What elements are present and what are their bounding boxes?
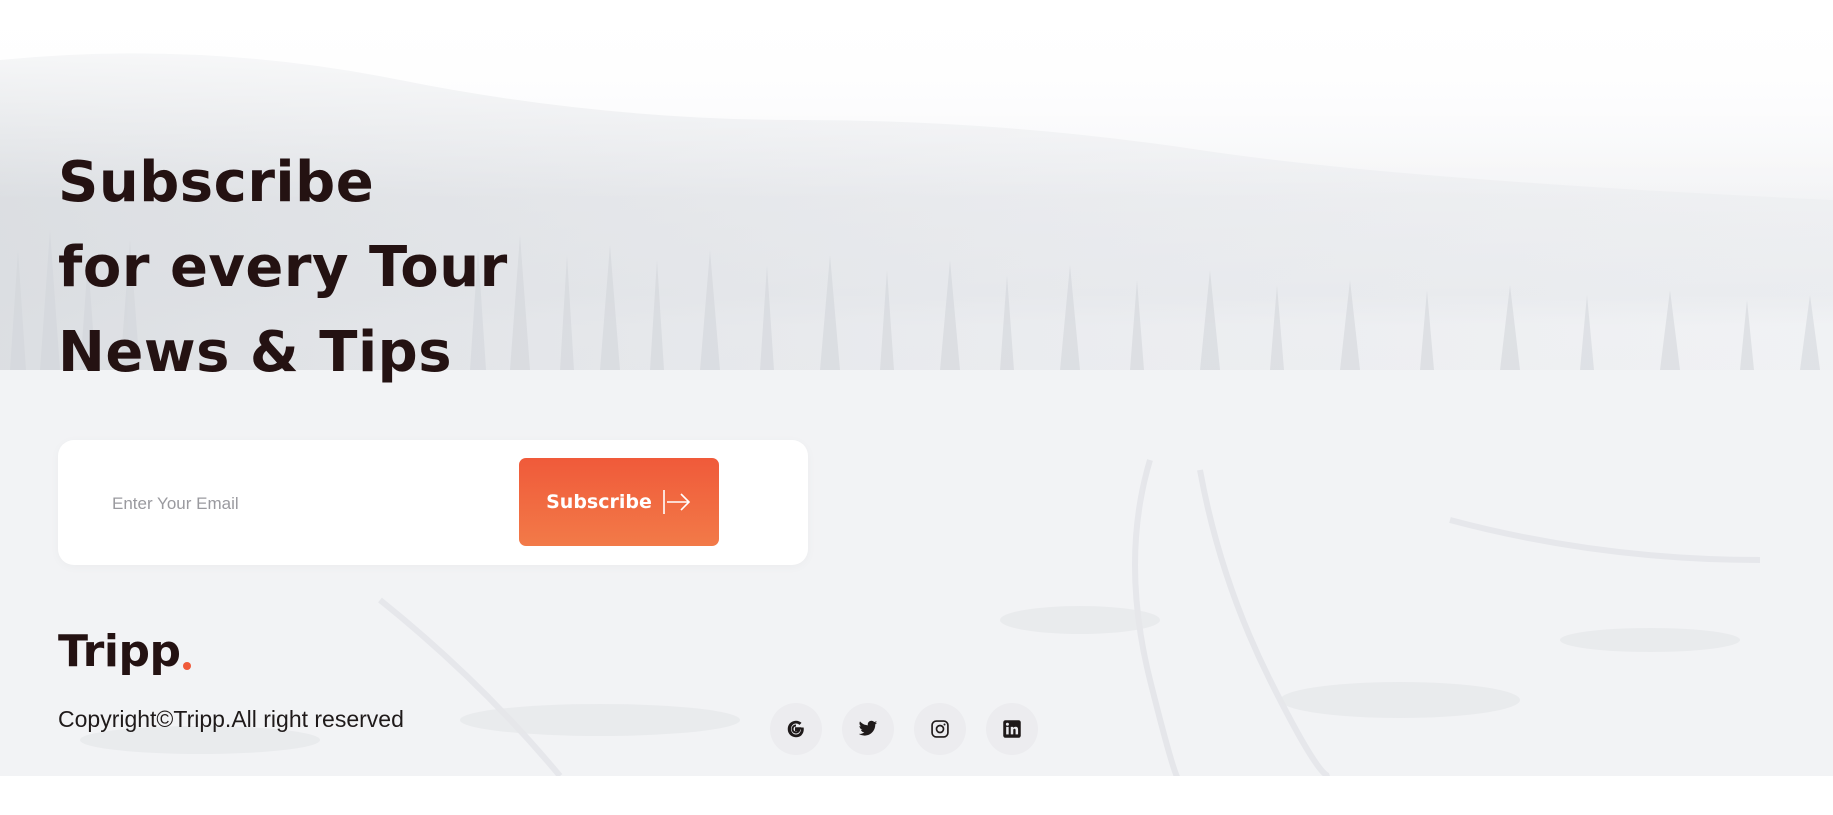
social-links (770, 703, 1038, 755)
subscribe-button[interactable]: Subscribe (519, 458, 719, 546)
twitter-link[interactable] (842, 703, 894, 755)
instagram-icon (930, 719, 950, 739)
linkedin-link[interactable] (986, 703, 1038, 755)
instagram-link[interactable] (914, 703, 966, 755)
logo-text: Tripp (58, 626, 181, 677)
newsletter-headline: Subscribe for every Tour News & Tips (58, 140, 508, 395)
headline-line-2: for every Tour (58, 235, 508, 300)
twitter-icon (858, 720, 878, 738)
email-input[interactable] (110, 478, 514, 530)
newsletter-hero: Subscribe for every Tour News & Tips Sub… (0, 0, 1833, 776)
logo-dot (183, 662, 192, 670)
copyright-text: Copyright©Tripp.All right reserved (58, 706, 404, 732)
subscribe-button-label: Subscribe (546, 491, 652, 513)
headline-line-3: News & Tips (58, 320, 453, 385)
google-link[interactable] (770, 703, 822, 755)
tripp-logo[interactable]: Tripp (58, 622, 192, 682)
google-icon (785, 718, 807, 740)
subscribe-form: Subscribe (58, 440, 808, 565)
headline-line-1: Subscribe (58, 150, 375, 215)
linkedin-icon (1002, 719, 1022, 739)
arrow-right-icon (662, 489, 692, 515)
